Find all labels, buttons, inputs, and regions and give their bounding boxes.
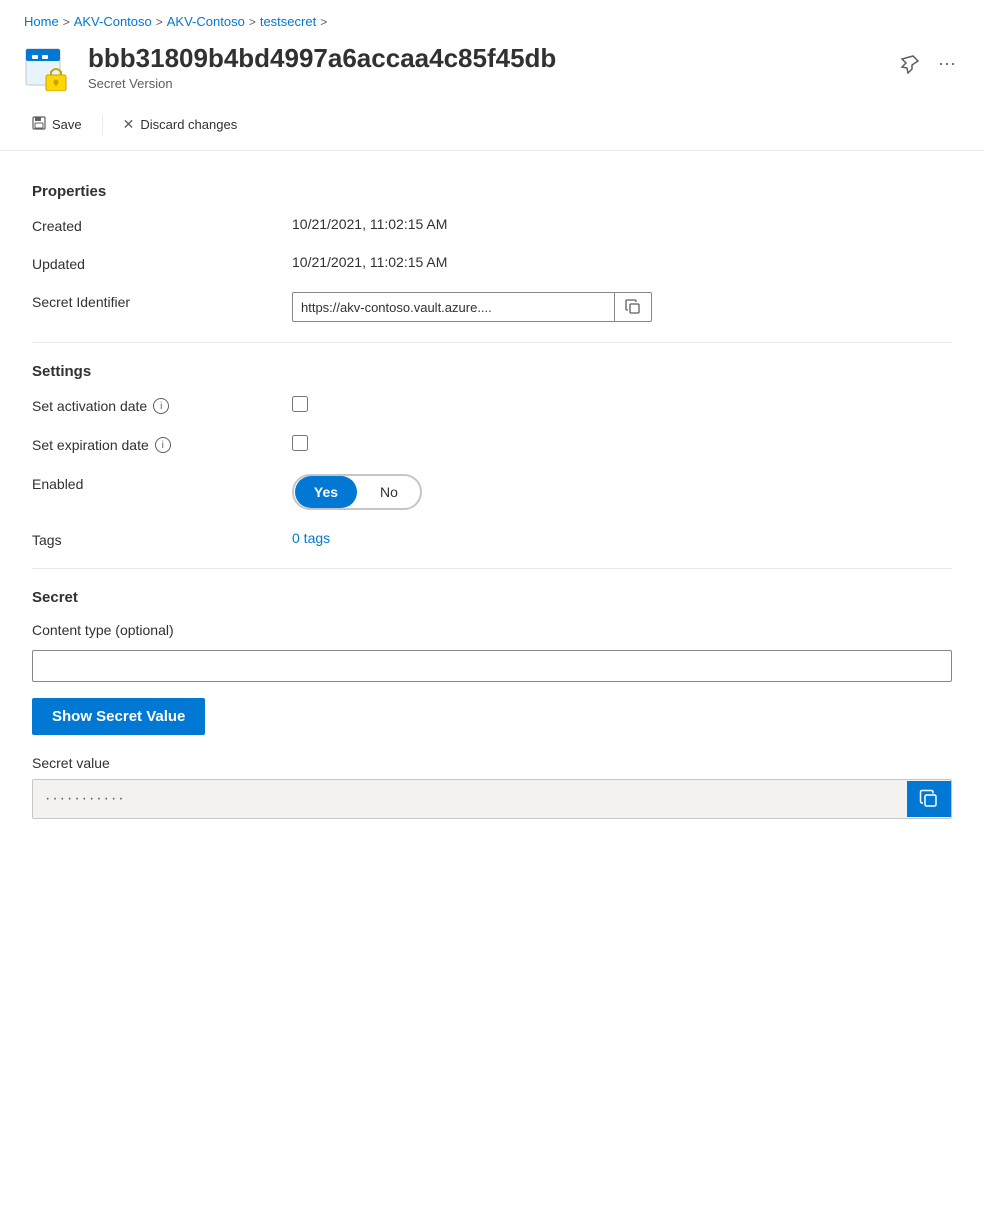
settings-section-title: Settings <box>32 363 952 380</box>
breadcrumb-testsecret[interactable]: testsecret <box>260 14 316 29</box>
breadcrumb-sep-1: > <box>63 15 70 29</box>
created-value: 10/21/2021, 11:02:15 AM <box>292 216 952 232</box>
header-actions: ··· <box>896 49 960 78</box>
page-title: bbb31809b4bd4997a6accaa4c85f45db <box>88 43 880 74</box>
toggle-yes[interactable]: Yes <box>295 476 357 508</box>
activation-label: Set activation date <box>32 398 147 414</box>
updated-row: Updated 10/21/2021, 11:02:15 AM <box>32 254 952 272</box>
activation-value <box>292 396 952 415</box>
main-content: Properties Created 10/21/2021, 11:02:15 … <box>0 151 984 843</box>
enabled-label: Enabled <box>32 474 292 492</box>
show-secret-button[interactable]: Show Secret Value <box>32 698 205 735</box>
expiration-row: Set expiration date i <box>32 435 952 454</box>
expiration-value <box>292 435 952 454</box>
identifier-field <box>292 292 652 322</box>
breadcrumb-sep-2: > <box>156 15 163 29</box>
identifier-row: Secret Identifier <box>32 292 952 322</box>
breadcrumb: Home > AKV-Contoso > AKV-Contoso > tests… <box>0 0 984 39</box>
copy-secret-button[interactable] <box>907 781 951 817</box>
page-header: bbb31809b4bd4997a6accaa4c85f45db Secret … <box>0 39 984 103</box>
properties-section-title: Properties <box>32 183 952 200</box>
content-type-row: Content type (optional) <box>32 622 952 698</box>
expiration-info-icon[interactable]: i <box>155 437 171 453</box>
copy-secret-icon <box>919 789 939 809</box>
activation-checkbox[interactable] <box>292 396 308 412</box>
tags-value: 0 tags <box>292 530 952 546</box>
tags-label: Tags <box>32 530 292 548</box>
enabled-toggle-container: Yes No <box>292 474 952 510</box>
tags-link[interactable]: 0 tags <box>292 530 330 546</box>
updated-label: Updated <box>32 254 292 272</box>
breadcrumb-home[interactable]: Home <box>24 14 59 29</box>
expiration-label-container: Set expiration date i <box>32 435 292 453</box>
discard-icon: ✕ <box>123 116 135 133</box>
page-subtitle: Secret Version <box>88 76 880 91</box>
activation-label-container: Set activation date i <box>32 396 292 414</box>
breadcrumb-akv2[interactable]: AKV-Contoso <box>167 14 245 29</box>
enabled-toggle[interactable]: Yes No <box>292 474 422 510</box>
identifier-label: Secret Identifier <box>32 292 292 310</box>
secret-value-label: Secret value <box>32 755 952 771</box>
save-icon <box>32 116 46 133</box>
created-row: Created 10/21/2021, 11:02:15 AM <box>32 216 952 234</box>
identifier-input[interactable] <box>293 294 614 321</box>
breadcrumb-sep-4: > <box>320 15 327 29</box>
secret-value-dots: ··········· <box>33 780 907 818</box>
secret-version-icon <box>24 43 72 91</box>
save-label: Save <box>52 117 82 132</box>
copy-identifier-button[interactable] <box>614 293 651 321</box>
more-button[interactable]: ··· <box>934 49 960 78</box>
toggle-no[interactable]: No <box>358 476 420 508</box>
secret-value-container: ··········· <box>32 779 952 819</box>
tags-row: Tags 0 tags <box>32 530 952 548</box>
divider-settings <box>32 568 952 569</box>
toolbar-divider <box>102 115 103 135</box>
title-block: bbb31809b4bd4997a6accaa4c85f45db Secret … <box>88 43 880 91</box>
updated-value: 10/21/2021, 11:02:15 AM <box>292 254 952 270</box>
toolbar: Save ✕ Discard changes <box>0 103 984 151</box>
secret-section-title: Secret <box>32 589 952 606</box>
discard-label: Discard changes <box>140 117 237 132</box>
content-type-label: Content type (optional) <box>32 622 952 638</box>
expiration-checkbox[interactable] <box>292 435 308 451</box>
ellipsis-icon: ··· <box>938 53 956 74</box>
discard-button[interactable]: ✕ Discard changes <box>115 111 246 138</box>
copy-icon <box>625 299 641 315</box>
identifier-field-container <box>292 292 952 322</box>
divider-properties <box>32 342 952 343</box>
save-button[interactable]: Save <box>24 111 90 138</box>
created-label: Created <box>32 216 292 234</box>
activation-row: Set activation date i <box>32 396 952 415</box>
enabled-row: Enabled Yes No <box>32 474 952 510</box>
pin-button[interactable] <box>896 50 924 78</box>
breadcrumb-sep-3: > <box>249 15 256 29</box>
content-type-input[interactable] <box>32 650 952 682</box>
activation-info-icon[interactable]: i <box>153 398 169 414</box>
expiration-label: Set expiration date <box>32 437 149 453</box>
breadcrumb-akv1[interactable]: AKV-Contoso <box>74 14 152 29</box>
